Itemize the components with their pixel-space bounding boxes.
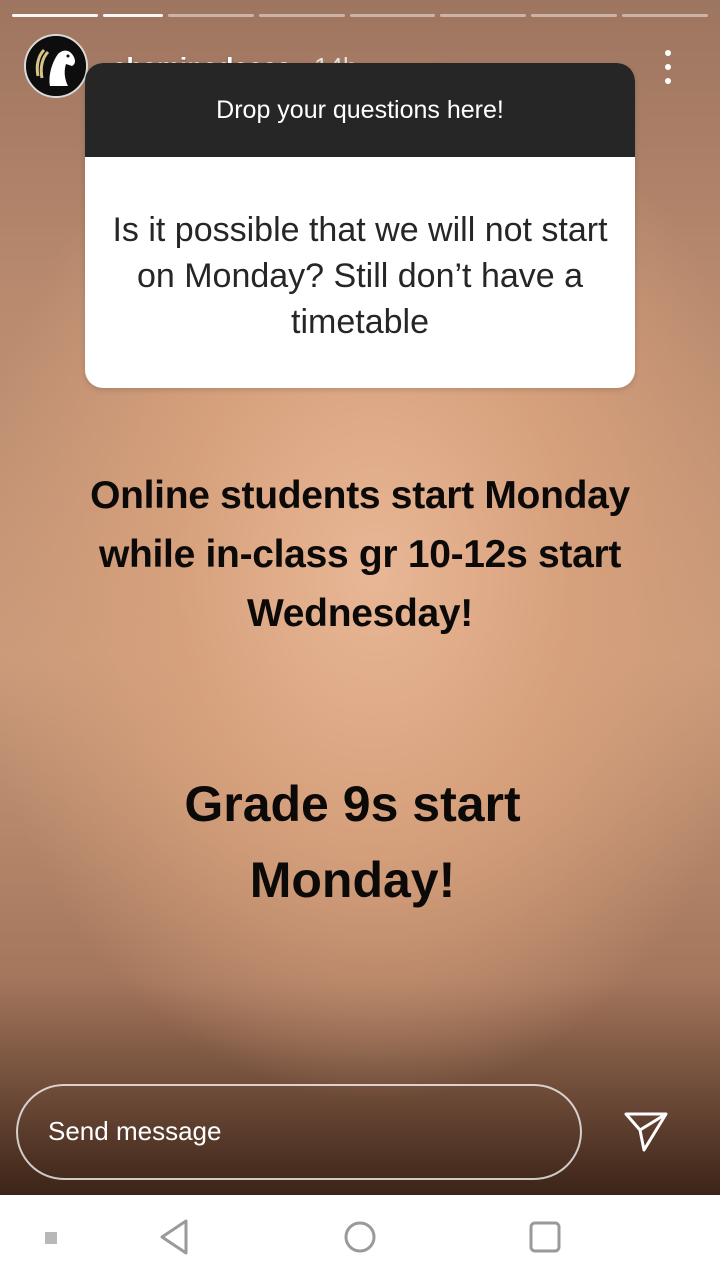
menu-dot-icon[interactable] — [44, 1231, 58, 1245]
progress-segment-current — [102, 14, 163, 17]
recents-square-icon[interactable] — [527, 1217, 563, 1257]
question-prompt: Drop your questions here! — [85, 63, 635, 157]
horse-logo-icon — [26, 36, 86, 96]
answer-text-secondary: Grade 9s start Monday! — [184, 776, 521, 908]
story-background[interactable]: chaminadeccs 14h Drop your questions her… — [0, 0, 720, 1195]
back-triangle-icon[interactable] — [156, 1217, 192, 1257]
question-sticker: Drop your questions here! Is it possible… — [85, 63, 635, 388]
paper-plane-icon[interactable] — [622, 1110, 670, 1154]
progress-segment — [622, 14, 708, 17]
progress-segment — [167, 14, 254, 17]
story-progress-bar — [12, 14, 708, 18]
progress-segment — [349, 14, 436, 17]
send-message-input[interactable]: Send message — [16, 1084, 582, 1180]
answer-text-primary: Online students start Monday while in-cl… — [90, 474, 630, 635]
send-message-placeholder: Send message — [48, 1116, 222, 1146]
progress-segment — [440, 14, 527, 17]
android-navigation-bar — [0, 1195, 720, 1280]
avatar[interactable] — [24, 34, 88, 98]
more-vertical-icon[interactable] — [658, 50, 678, 84]
progress-segment — [12, 14, 98, 17]
progress-segment — [258, 14, 345, 17]
question-text: Is it possible that we will not start on… — [112, 211, 608, 341]
home-circle-icon[interactable] — [342, 1217, 378, 1257]
progress-segment — [531, 14, 618, 17]
